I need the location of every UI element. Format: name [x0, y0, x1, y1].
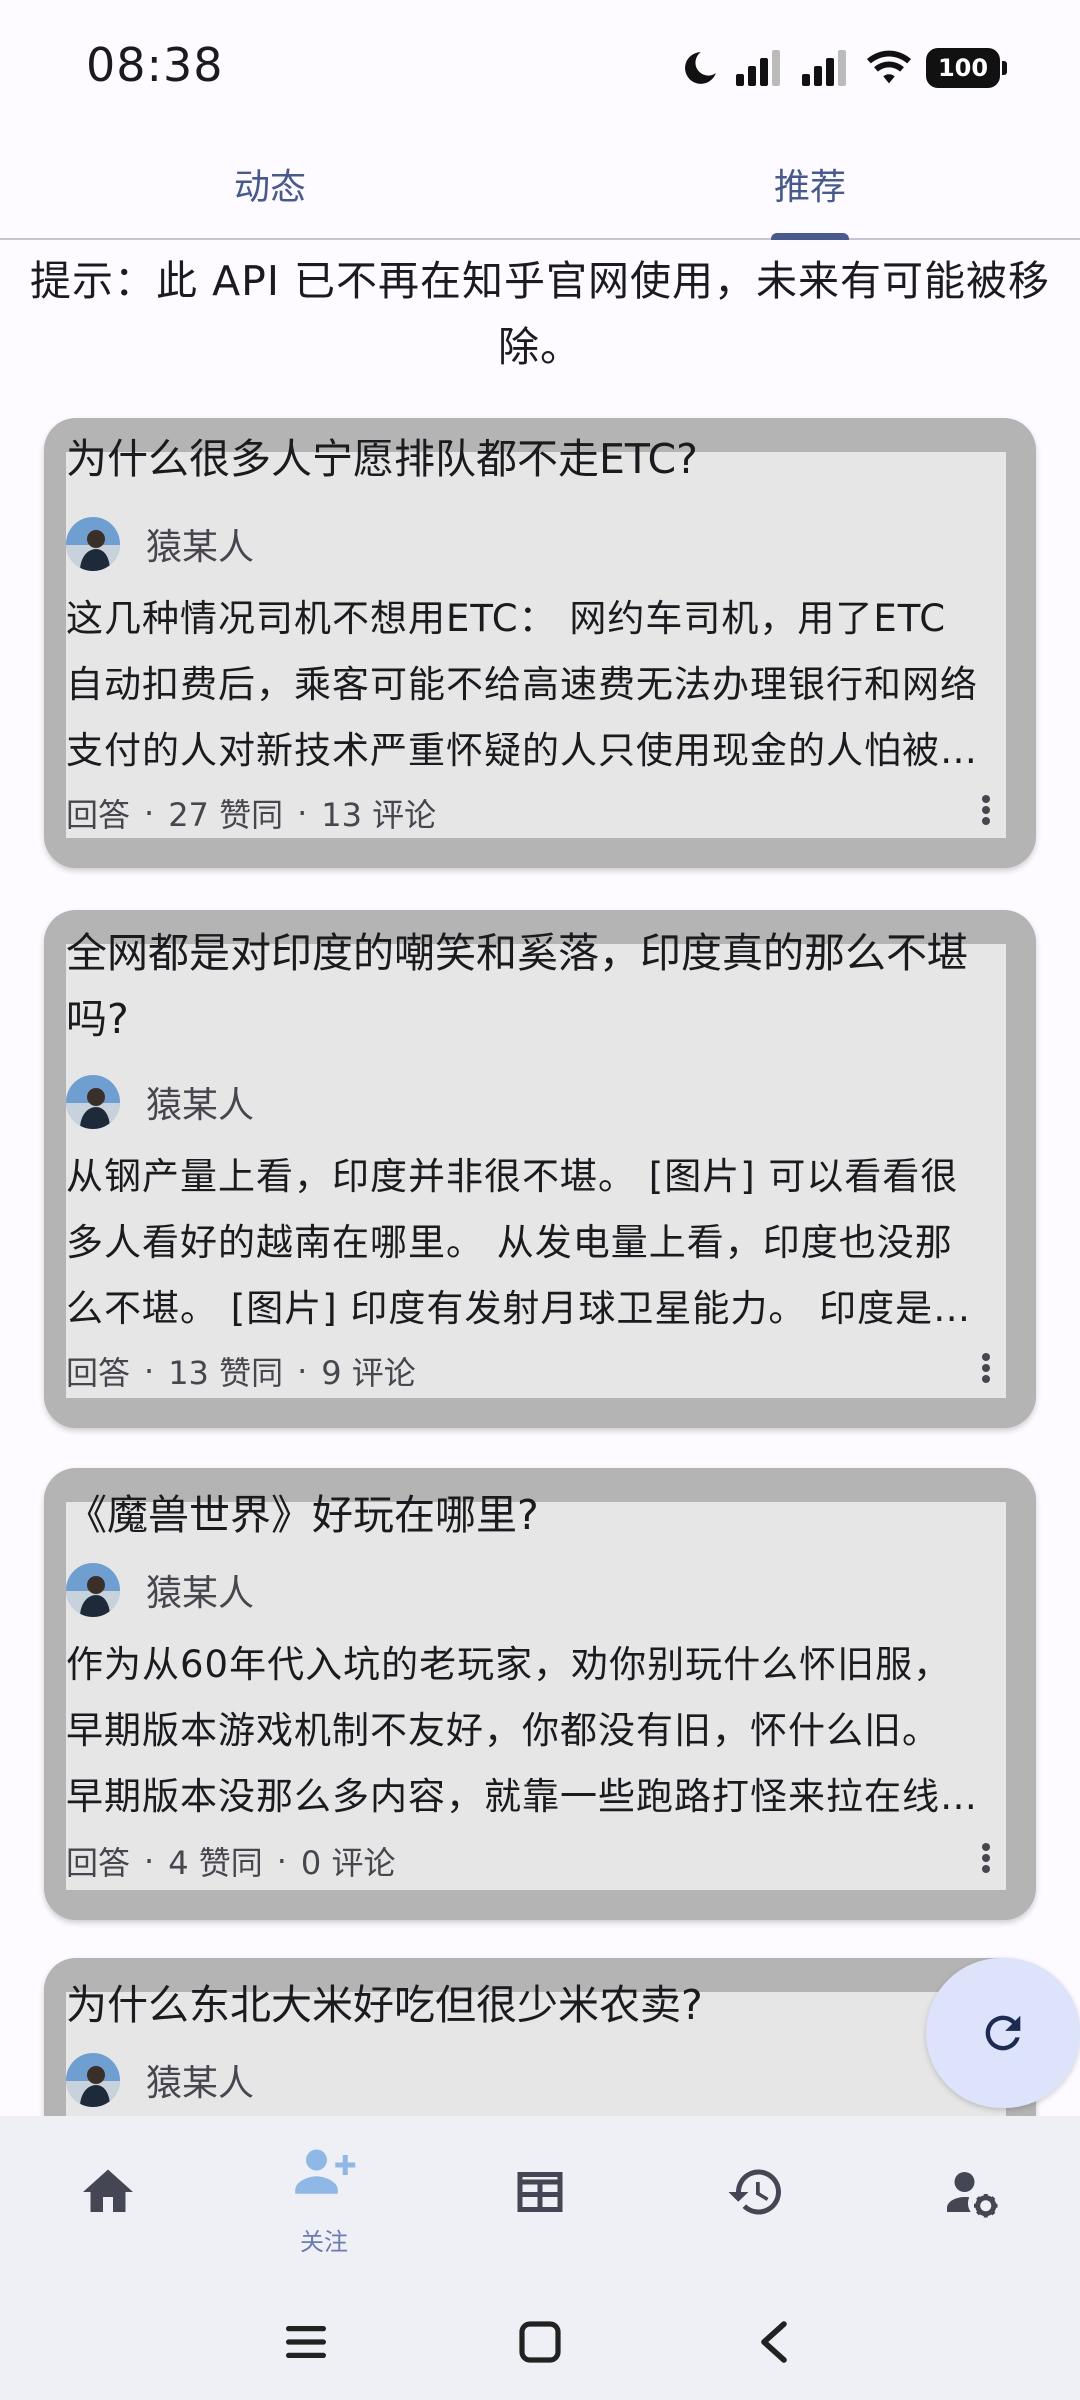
more-vert-icon[interactable] [976, 1344, 996, 1392]
author[interactable]: 猿某人 [66, 1074, 254, 1130]
excerpt-line: 这几种情况司机不想用ETC： 网约车司机，用了ETC [66, 597, 947, 640]
feed: 提示：此 API 已不再在知乎官网使用，未来有可能被移除。 为什么很多人宁愿排队… [0, 240, 1080, 2116]
card-excerpt[interactable]: 作为从60年代入坑的老玩家，劝你别玩什么怀旧服， 早期版本游戏机制不友好，你都没… [66, 1632, 1014, 1830]
content-type: 回答 [66, 1354, 131, 1392]
excerpt-line: 作为从60年代入坑的老玩家，劝你别玩什么怀旧服， [66, 1643, 952, 1686]
nav-home[interactable] [0, 2116, 216, 2286]
comment-count: 13 评论 [321, 796, 437, 834]
bottom-navigation: 关注 [0, 2116, 1080, 2286]
like-count: 4 赞同 [168, 1844, 263, 1882]
card-excerpt[interactable]: 这几种情况司机不想用ETC： 网约车司机，用了ETC 自动扣费后，乘客可能不给高… [66, 586, 1014, 784]
table-icon [517, 2172, 563, 2212]
person-add-icon [295, 2149, 356, 2194]
comment-count: 9 评论 [321, 1354, 416, 1392]
avatar [66, 2053, 120, 2107]
avatar [66, 1075, 120, 1129]
feed-card[interactable]: 《魔兽世界》好玩在哪里? 猿某人 作为从60年代入坑的老玩家，劝你别玩什么怀旧服… [44, 1468, 1036, 1920]
top-tabs: 动态 推荐 [0, 130, 1080, 240]
excerpt-line: 支付的人对新技术严重怀疑的人只使用现金的人怕被… [66, 729, 978, 772]
status-bar: 08:38 100 [0, 0, 1080, 130]
feed-card[interactable]: 为什么东北大米好吃但很少米农卖? 猿某人 [44, 1958, 1036, 2116]
card-title[interactable]: 为什么很多人宁愿排队都不走ETC? [66, 426, 984, 492]
card-title[interactable]: 全网都是对印度的嘲笑和奚落，印度真的那么不堪吗? [66, 920, 984, 1052]
excerpt-line: 多人看好的越南在哪里。 从发电量上看，印度也没那 [66, 1221, 953, 1264]
excerpt-line: 么不堪。 [图片] 印度有发射月球卫星能力。 印度是… [66, 1287, 972, 1330]
excerpt-line: 早期版本没那么多内容，就靠一些跑路打怪来拉在线… [66, 1775, 978, 1818]
excerpt-line: 早期版本游戏机制不友好，你都没有旧，怀什么旧。 [66, 1709, 940, 1752]
author[interactable]: 猿某人 [66, 516, 254, 572]
screen: 08:38 100 动态 推荐 提示：此 API 已不再在知乎官网使用，未来有可… [0, 0, 1080, 2400]
card-meta: 回答 · 27 赞同 · 13 评论 [66, 790, 436, 836]
author-name: 猿某人 [146, 1573, 255, 1614]
tab-recommend[interactable]: 推荐 [540, 130, 1080, 240]
back-icon [761, 2321, 787, 2363]
content-type: 回答 [66, 1844, 131, 1882]
nav-follow[interactable]: 关注 [216, 2116, 432, 2286]
signal-icon-2 [802, 50, 846, 86]
card-meta: 回答 · 13 赞同 · 9 评论 [66, 1348, 416, 1394]
card-title[interactable]: 为什么东北大米好吃但很少米农卖? [66, 1972, 984, 2038]
card-excerpt[interactable]: 从钢产量上看，印度并非很不堪。 [图片] 可以看看很 多人看好的越南在哪里。 从… [66, 1144, 1014, 1342]
feed-card[interactable]: 全网都是对印度的嘲笑和奚落，印度真的那么不堪吗? 猿某人 从钢产量上看，印度并非… [44, 910, 1036, 1428]
system-navigation [0, 2286, 1080, 2400]
card-title[interactable]: 《魔兽世界》好玩在哪里? [66, 1482, 984, 1548]
nav-table[interactable] [432, 2116, 648, 2286]
tab-label: 动态 [233, 167, 306, 208]
excerpt-line: 自动扣费后，乘客可能不给高速费无法办理银行和网络 [66, 663, 978, 706]
home-system-button[interactable] [510, 2312, 570, 2372]
feed-card[interactable]: 为什么很多人宁愿排队都不走ETC? 猿某人 这几种情况司机不想用ETC： 网约车… [44, 418, 1036, 868]
author[interactable]: 猿某人 [66, 2052, 254, 2108]
avatar [66, 517, 120, 571]
refresh-button[interactable] [926, 1958, 1080, 2108]
author-name: 猿某人 [146, 527, 255, 568]
excerpt-line: 从钢产量上看，印度并非很不堪。 [图片] 可以看看很 [66, 1155, 959, 1198]
battery-icon: 100 [926, 48, 1007, 88]
home-icon [83, 2169, 133, 2212]
api-notice: 提示：此 API 已不再在知乎官网使用，未来有可能被移除。 [30, 257, 1050, 371]
nav-history[interactable] [648, 2116, 864, 2286]
status-time: 08:38 [86, 38, 224, 92]
tab-dynamic[interactable]: 动态 [0, 130, 540, 238]
more-vert-icon[interactable] [976, 1834, 996, 1882]
back-button[interactable] [744, 2312, 804, 2372]
comment-count: 0 评论 [300, 1844, 396, 1882]
menu-button[interactable] [276, 2312, 336, 2372]
more-vert-icon[interactable] [976, 786, 996, 834]
like-count: 27 赞同 [168, 796, 284, 834]
like-count: 13 赞同 [168, 1354, 284, 1392]
wifi-icon [866, 50, 912, 84]
tab-label: 推荐 [773, 167, 846, 208]
author-name: 猿某人 [146, 1085, 255, 1126]
avatar [66, 1563, 120, 1617]
author[interactable]: 猿某人 [66, 1562, 254, 1618]
content-type: 回答 [66, 796, 131, 834]
history-icon [728, 2169, 781, 2215]
author-name: 猿某人 [146, 2063, 255, 2104]
nav-account-settings[interactable] [864, 2116, 1080, 2286]
nav-label: 关注 [300, 2228, 348, 2256]
status-icons: 100 [680, 44, 1007, 92]
moon-icon [685, 52, 716, 84]
square-icon [519, 2321, 561, 2363]
tab-indicator [771, 233, 849, 240]
card-meta: 回答 · 4 赞同 · 0 评论 [66, 1838, 395, 1884]
refresh-icon [985, 2015, 1021, 2051]
signal-icon [736, 50, 780, 86]
menu-icon [286, 2326, 326, 2358]
account-settings-icon [947, 2172, 998, 2218]
